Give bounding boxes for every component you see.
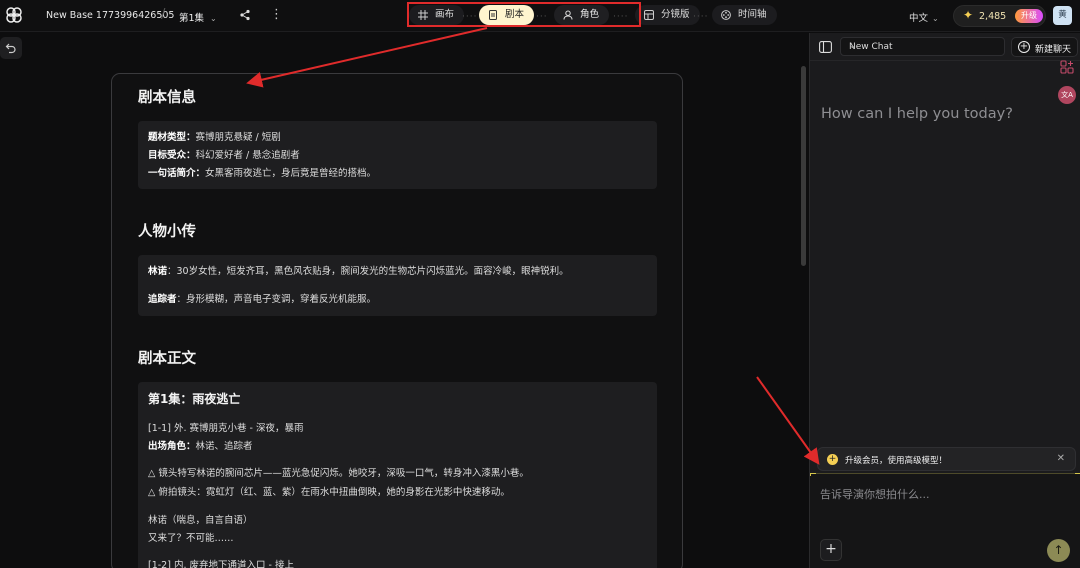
- tab-characters[interactable]: 角色: [554, 5, 610, 25]
- mode-divider: ····: [462, 12, 478, 22]
- credits-count: 2,485: [979, 11, 1007, 22]
- tab-script-label: 剧本: [505, 9, 525, 20]
- sidebar-toggle-icon[interactable]: [819, 41, 832, 53]
- more-options-icon[interactable]: ⋮: [270, 6, 283, 24]
- section-title-info: 剧本信息: [138, 90, 196, 106]
- credits-badge[interactable]: ✦ 2,485 升级: [953, 5, 1046, 27]
- storyboard-icon: [644, 10, 654, 20]
- avatar[interactable]: 黄: [1053, 6, 1072, 25]
- undo-arrow-icon: [5, 43, 16, 54]
- dialogue-line: 又来了？不可能……: [148, 533, 234, 544]
- appearing-characters: 出场角色：林诺、追踪者: [148, 438, 253, 452]
- film-icon: [721, 10, 731, 20]
- episode-title: 第1集：雨夜逃亡: [148, 392, 241, 406]
- send-button[interactable]: ↑: [1047, 539, 1070, 562]
- tab-storyboard-label: 分镜版: [661, 9, 690, 20]
- back-button[interactable]: [0, 37, 22, 59]
- info-label: 题材类型：: [148, 132, 196, 143]
- chat-header: New Chat ⌄ + 新建聊天: [810, 33, 1080, 61]
- top-bar: New Base 1773996426505 / 第1集 ⌄ ⋮ 画布 ···· …: [0, 0, 1080, 32]
- chat-session-select[interactable]: New Chat ⌄: [840, 37, 1005, 56]
- tab-characters-label: 角色: [580, 9, 600, 20]
- script-body-card: 第1集：雨夜逃亡 [1-1] 外. 赛博朋克小巷 - 深夜，暴雨 出场角色：林诺…: [138, 382, 657, 568]
- dialogue-speaker: 林诺（喘息，自言自语）: [148, 515, 253, 526]
- app-logo-icon[interactable]: [5, 6, 23, 24]
- tab-storyboard[interactable]: 分镜版: [635, 5, 700, 25]
- plus-circle-icon: +: [1018, 41, 1030, 53]
- annotation-arrow: [756, 376, 820, 465]
- chevron-down-icon: ⌄: [849, 41, 856, 50]
- action-line: △ 俯拍镜头：霓虹灯（红、蓝、紫）在雨水中扭曲倒映，她的身影在光影中快速移动。: [148, 487, 510, 498]
- upgrade-banner[interactable]: + 升级会员，使用高级模型！ ✕: [817, 447, 1076, 471]
- info-logline: 一句话简介：女黑客雨夜逃亡，身后竟是曾经的搭档。: [148, 165, 376, 179]
- translate-icon[interactable]: 文A: [1058, 86, 1076, 104]
- episode-selector[interactable]: 第1集 ⌄: [179, 10, 217, 24]
- character-name: 追踪者: [148, 294, 177, 305]
- info-value: 科幻爱好者 / 悬念追剧者: [195, 150, 300, 161]
- user-icon: [563, 10, 573, 20]
- character-name: 林诺: [148, 266, 168, 277]
- breadcrumb-separator: /: [161, 7, 166, 22]
- canvas-icon: [418, 10, 428, 20]
- character-entry: 林诺：30岁女性，短发齐耳，黑色风衣贴身，腕间发光的生物芯片闪烁蓝光。面容冷峻，…: [148, 263, 569, 277]
- upgrade-banner-text: 升级会员，使用高级模型！: [845, 456, 948, 466]
- tab-timeline[interactable]: 时间轴: [712, 5, 777, 25]
- info-audience: 目标受众：科幻爱好者 / 悬念追剧者: [148, 147, 300, 161]
- character-desc: ：30岁女性，短发齐耳，黑色风衣贴身，腕间发光的生物芯片闪烁蓝光。面容冷峻，眼神…: [167, 266, 569, 277]
- characters-card: 林诺：30岁女性，短发齐耳，黑色风衣贴身，腕间发光的生物芯片闪烁蓝光。面容冷峻，…: [138, 255, 657, 316]
- tab-script[interactable]: 剧本: [479, 5, 535, 25]
- info-label: 一句话简介：: [148, 168, 206, 179]
- chat-input[interactable]: [820, 486, 1070, 526]
- document-scrollbar[interactable]: [801, 66, 806, 266]
- chevron-down-icon: ⌄: [932, 14, 939, 23]
- action-line: △ 镜头特写林诺的腕间芯片——蓝光急促闪烁。她咬牙，深吸一口气，转身冲入漆黑小巷…: [148, 468, 529, 479]
- chat-welcome-text: How can I help you today?: [821, 106, 1013, 122]
- share-icon[interactable]: [239, 9, 251, 21]
- project-title[interactable]: New Base 1773996426505: [46, 10, 174, 21]
- episode-label: 第1集: [179, 13, 205, 24]
- section-title-body: 剧本正文: [138, 351, 196, 367]
- tab-canvas-label: 画布: [435, 9, 455, 20]
- new-chat-button[interactable]: + 新建聊天: [1011, 37, 1078, 57]
- plus-badge-icon: +: [827, 454, 838, 465]
- tab-timeline-label: 时间轴: [738, 9, 767, 20]
- focus-corner: [1075, 473, 1080, 476]
- language-label: 中文: [909, 13, 929, 24]
- mode-divider: ····: [613, 12, 629, 22]
- new-chat-label: 新建聊天: [1035, 45, 1072, 55]
- document-icon: [489, 10, 497, 20]
- character-desc: ：身形模糊，声音电子变调，穿着反光机能服。: [176, 294, 377, 305]
- info-value: 女黑客雨夜逃亡，身后竟是曾经的搭档。: [205, 168, 377, 179]
- section-title-characters: 人物小传: [138, 224, 196, 240]
- chat-input-area: + ↑: [810, 473, 1080, 568]
- scene-heading: [1-2] 内. 废弃地下通道入口 - 接上: [148, 560, 294, 568]
- info-genre: 题材类型：赛博朋克悬疑 / 短剧: [148, 129, 281, 143]
- mode-divider: ····: [693, 12, 709, 22]
- character-entry: 追踪者：身形模糊，声音电子变调，穿着反光机能服。: [148, 291, 376, 305]
- scene-heading: [1-1] 外. 赛博朋克小巷 - 深夜，暴雨: [148, 423, 304, 434]
- tab-canvas[interactable]: 画布: [409, 5, 465, 25]
- focus-corner: [810, 473, 816, 476]
- upgrade-button[interactable]: 升级: [1015, 9, 1043, 23]
- attach-plus-button[interactable]: +: [820, 539, 842, 561]
- apps-grid-icon[interactable]: [1060, 60, 1074, 74]
- chat-panel: New Chat ⌄ + 新建聊天 文A How can I help you …: [809, 33, 1080, 568]
- chevron-down-icon: ⌄: [210, 14, 217, 23]
- mode-divider: ···: [536, 12, 548, 22]
- language-selector[interactable]: 中文 ⌄: [909, 10, 939, 24]
- info-label: 目标受众：: [148, 150, 196, 161]
- close-icon[interactable]: ✕: [1057, 453, 1065, 464]
- sparkle-icon: ✦: [963, 8, 974, 22]
- script-document[interactable]: 剧本信息 题材类型：赛博朋克悬疑 / 短剧 目标受众：科幻爱好者 / 悬念追剧者…: [111, 73, 683, 568]
- appearing-label: 出场角色：: [148, 441, 196, 452]
- info-value: 赛博朋克悬疑 / 短剧: [195, 132, 281, 143]
- appearing-value: 林诺、追踪者: [195, 441, 253, 452]
- info-card: 题材类型：赛博朋克悬疑 / 短剧 目标受众：科幻爱好者 / 悬念追剧者 一句话简…: [138, 121, 657, 189]
